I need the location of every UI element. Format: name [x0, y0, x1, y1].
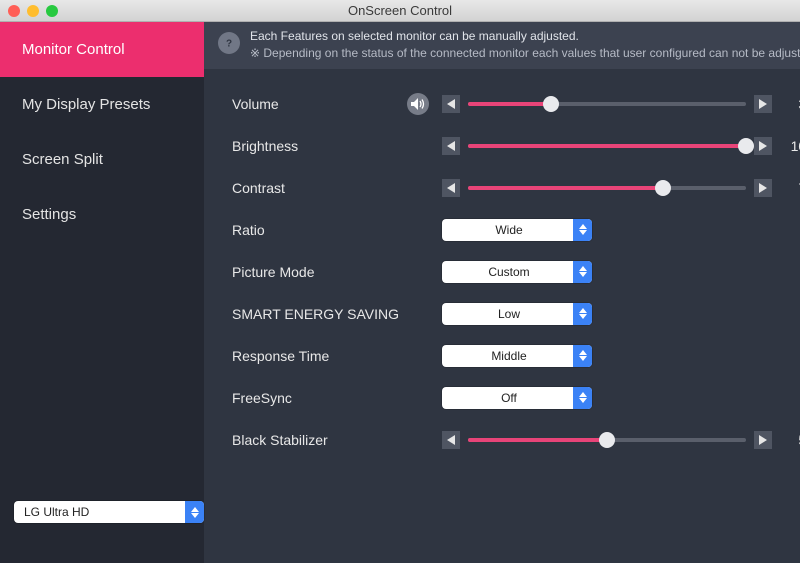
window-title: OnScreen Control	[0, 3, 800, 18]
label-energy-saving: SMART ENERGY SAVING	[232, 306, 412, 322]
label-picture-mode: Picture Mode	[232, 264, 412, 280]
nav-label: Screen Split	[22, 151, 103, 168]
volume-slider[interactable]	[468, 102, 746, 106]
contrast-slider[interactable]	[468, 186, 746, 190]
label-response-time: Response Time	[232, 348, 412, 364]
monitor-select-value: LG Ultra HD	[14, 505, 204, 519]
maximize-icon[interactable]	[46, 5, 58, 17]
label-black-stabilizer: Black Stabilizer	[232, 432, 412, 448]
volume-value: 30	[778, 96, 800, 112]
nav-label: Monitor Control	[22, 41, 125, 58]
help-icon[interactable]: ?	[218, 32, 240, 54]
minimize-icon[interactable]	[27, 5, 39, 17]
response-time-value: Middle	[442, 349, 592, 363]
nav-display-presets[interactable]: My Display Presets	[0, 77, 204, 132]
volume-increase-button[interactable]	[754, 95, 772, 113]
contrast-decrease-button[interactable]	[442, 179, 460, 197]
label-ratio: Ratio	[232, 222, 412, 238]
blackstab-value: 50	[778, 432, 800, 448]
label-contrast: Contrast	[232, 180, 412, 196]
row-contrast: Contrast 70	[232, 167, 800, 209]
nav-monitor-control[interactable]: Monitor Control	[0, 22, 204, 77]
nav-screen-split[interactable]: Screen Split	[0, 132, 204, 187]
blackstab-slider[interactable]	[468, 438, 746, 442]
select-arrows-icon	[573, 345, 592, 367]
brightness-increase-button[interactable]	[754, 137, 772, 155]
freesync-value: Off	[442, 391, 592, 405]
info-banner: ? Each Features on selected monitor can …	[204, 22, 800, 69]
row-brightness: Brightness 100	[232, 125, 800, 167]
main-panel: ? Each Features on selected monitor can …	[204, 22, 800, 563]
titlebar: OnScreen Control	[0, 0, 800, 22]
select-arrows-icon	[573, 261, 592, 283]
row-volume: Volume 30	[232, 83, 800, 125]
blackstab-increase-button[interactable]	[754, 431, 772, 449]
row-black-stabilizer: Black Stabilizer 50	[232, 419, 800, 461]
contrast-value: 70	[778, 180, 800, 196]
contrast-increase-button[interactable]	[754, 179, 772, 197]
picture-mode-select[interactable]: Custom	[442, 261, 592, 283]
select-arrows-icon	[185, 501, 204, 523]
energy-saving-select[interactable]: Low	[442, 303, 592, 325]
brightness-value: 100	[778, 138, 800, 154]
brightness-decrease-button[interactable]	[442, 137, 460, 155]
sidebar: Monitor Control My Display Presets Scree…	[0, 22, 204, 563]
volume-icon[interactable]	[407, 93, 429, 115]
label-freesync: FreeSync	[232, 390, 412, 406]
response-time-select[interactable]: Middle	[442, 345, 592, 367]
info-line2: ※ Depending on the status of the connect…	[250, 45, 800, 62]
traffic-lights	[8, 5, 58, 17]
select-arrows-icon	[573, 303, 592, 325]
nav-settings[interactable]: Settings	[0, 187, 204, 242]
label-brightness: Brightness	[232, 138, 412, 154]
ratio-select[interactable]: Wide	[442, 219, 592, 241]
row-response-time: Response Time Middle	[232, 335, 800, 377]
volume-decrease-button[interactable]	[442, 95, 460, 113]
brightness-slider[interactable]	[468, 144, 746, 148]
svg-text:?: ?	[226, 39, 232, 50]
ratio-value: Wide	[442, 223, 592, 237]
row-energy-saving: SMART ENERGY SAVING Low	[232, 293, 800, 335]
freesync-select[interactable]: Off	[442, 387, 592, 409]
select-arrows-icon	[573, 219, 592, 241]
close-icon[interactable]	[8, 5, 20, 17]
nav-label: Settings	[22, 206, 76, 223]
nav-label: My Display Presets	[22, 96, 150, 113]
blackstab-decrease-button[interactable]	[442, 431, 460, 449]
label-volume: Volume	[232, 96, 412, 112]
row-freesync: FreeSync Off	[232, 377, 800, 419]
monitor-select[interactable]: LG Ultra HD	[14, 501, 204, 523]
row-picture-mode: Picture Mode Custom	[232, 251, 800, 293]
info-line1: Each Features on selected monitor can be…	[250, 28, 800, 45]
energy-saving-value: Low	[442, 307, 592, 321]
picture-mode-value: Custom	[442, 265, 592, 279]
select-arrows-icon	[573, 387, 592, 409]
row-ratio: Ratio Wide	[232, 209, 800, 251]
